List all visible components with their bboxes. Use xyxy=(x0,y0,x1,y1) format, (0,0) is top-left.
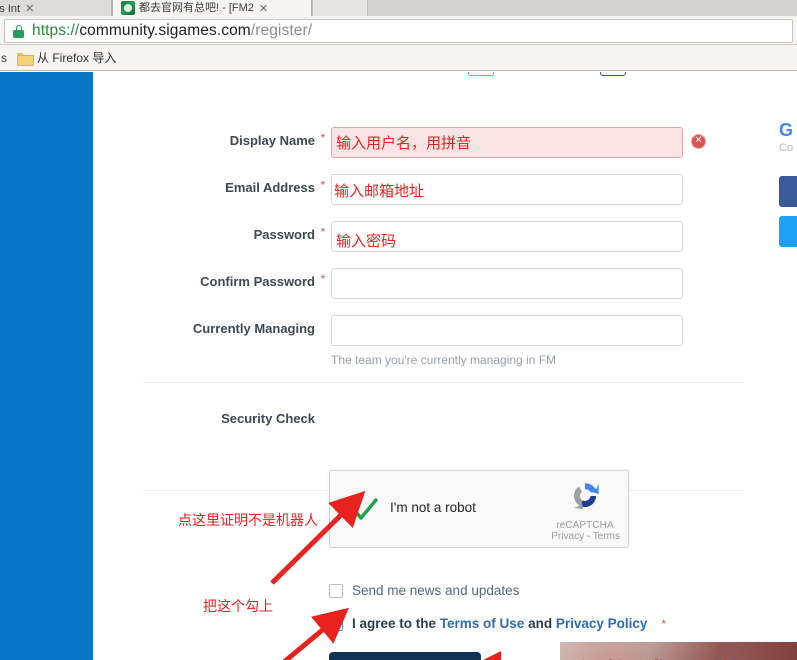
google-logo-icon: G xyxy=(779,120,794,140)
terms-label-prefix: I agree to the xyxy=(352,616,440,631)
form-row-security-check: Security Check xyxy=(143,405,331,426)
create-account-button[interactable]: Create my Account xyxy=(329,652,481,660)
browser-toolbar: https://community.sigames.com/register/ xyxy=(0,16,797,45)
close-icon[interactable]: ✕ xyxy=(259,4,268,15)
watermark-chinese-text: 利物浦足球网 xyxy=(568,650,772,660)
site-watermark: 利物浦足球网 liwupuba.com PES xyxy=(560,642,797,660)
newsletter-label: Send me news and updates xyxy=(352,583,520,598)
lock-icon xyxy=(13,24,24,38)
form-row-password: Password * xyxy=(143,221,683,252)
url-host: community.sigames.com xyxy=(79,22,251,39)
annotation-email: 输入邮箱地址 xyxy=(334,183,425,200)
display-name-error-icon: ✕ xyxy=(691,134,706,149)
recaptcha-label: I'm not a robot xyxy=(390,500,476,515)
email-label: Email Address xyxy=(225,180,315,195)
browser-tab-1-title: on - Sports Int xyxy=(0,3,21,15)
url-scheme: https:// xyxy=(32,22,80,39)
currently-managing-input[interactable] xyxy=(331,315,683,346)
recaptcha-logo-icon xyxy=(573,483,599,510)
recaptcha-brand-text: reCAPTCHA xyxy=(556,520,614,531)
required-indicator xyxy=(315,315,331,319)
required-indicator: * xyxy=(320,225,326,239)
newsletter-checkbox-row[interactable]: Send me news and updates xyxy=(329,583,519,598)
annotation-captcha: 点这里证明不是机器人 xyxy=(178,512,318,528)
browser-window: on - Sports Int ✕ 都去官网有总吧! - [FM2 ✕ http… xyxy=(0,0,797,660)
terms-label: I agree to the Terms of Use and Privacy … xyxy=(352,616,647,631)
left-blue-panel xyxy=(0,72,93,660)
fm-favicon-icon xyxy=(121,1,135,15)
display-name-label: Display Name xyxy=(229,133,315,148)
annotation-display-name: 输入用户名，用拼音 xyxy=(336,135,472,152)
address-bar[interactable]: https://community.sigames.com/register/ xyxy=(4,19,793,43)
confirm-password-input[interactable] xyxy=(331,268,683,299)
annotation-terms-checkbox: 把这个勾上 xyxy=(203,598,273,614)
terms-label-mid: and xyxy=(524,616,556,631)
twitter-signup-button[interactable] xyxy=(779,216,797,247)
required-indicator: * xyxy=(320,131,326,145)
close-icon[interactable]: ✕ xyxy=(25,4,34,15)
required-indicator: * xyxy=(661,616,667,631)
terms-of-use-link[interactable]: Terms of Use xyxy=(440,616,525,631)
browser-tab-2[interactable]: 都去官网有总吧! - [FM2 ✕ xyxy=(112,0,312,16)
folder-icon xyxy=(17,52,34,66)
social-panel-subtitle: Co xyxy=(779,142,794,154)
required-indicator: * xyxy=(320,272,326,286)
privacy-policy-link[interactable]: Privacy Policy xyxy=(556,616,648,631)
page-viewport: Display Name * ✕ Email Address * Passwor… xyxy=(0,72,797,660)
tab-strip: on - Sports Int ✕ 都去官网有总吧! - [FM2 ✕ xyxy=(0,0,797,16)
bookmark-item-firefox-import[interactable]: 从 Firefox 导入 xyxy=(12,47,121,68)
form-row-currently-managing: Currently Managing xyxy=(143,315,683,346)
form-row-confirm-password: Confirm Password * xyxy=(143,268,683,299)
currently-managing-help-text: The team you're currently managing in FM xyxy=(331,353,557,367)
terms-checkbox-row[interactable]: I agree to the Terms of Use and Privacy … xyxy=(329,616,666,631)
required-indicator: * xyxy=(320,178,326,192)
checkmark-icon[interactable] xyxy=(350,495,380,525)
confirm-password-label: Confirm Password xyxy=(200,274,315,289)
currently-managing-label: Currently Managing xyxy=(192,321,315,336)
browser-tab-2-title: 都去官网有总吧! - [FM2 xyxy=(139,2,254,14)
bookmarks-bar: s 从 Firefox 导入 xyxy=(0,45,797,71)
recaptcha-terms-links[interactable]: Privacy - Terms xyxy=(551,531,620,542)
facebook-signup-button[interactable] xyxy=(779,176,797,207)
cut-off-button-navy[interactable] xyxy=(600,72,626,76)
new-tab-button[interactable] xyxy=(312,0,368,16)
bookmark-item-label: 从 Firefox 导入 xyxy=(37,51,117,65)
recaptcha-widget[interactable]: I'm not a robot reCAPTCHA Privacy - Term… xyxy=(329,470,629,548)
url-text: https://community.sigames.com/register/ xyxy=(32,22,312,40)
bookmark-partial-label[interactable]: s xyxy=(1,51,7,65)
required-indicator xyxy=(315,405,331,409)
annotation-password: 输入密码 xyxy=(336,233,397,250)
browser-tab-1[interactable]: on - Sports Int ✕ xyxy=(0,0,112,16)
newsletter-checkbox[interactable] xyxy=(329,583,343,598)
terms-checkbox[interactable] xyxy=(329,616,343,631)
cut-off-button-orange[interactable] xyxy=(468,72,494,76)
recaptcha-branding: reCAPTCHA xyxy=(554,479,616,531)
password-label: Password xyxy=(253,227,315,242)
url-path: /register/ xyxy=(250,22,313,39)
divider-top xyxy=(143,382,743,383)
security-check-label: Security Check xyxy=(221,411,315,426)
